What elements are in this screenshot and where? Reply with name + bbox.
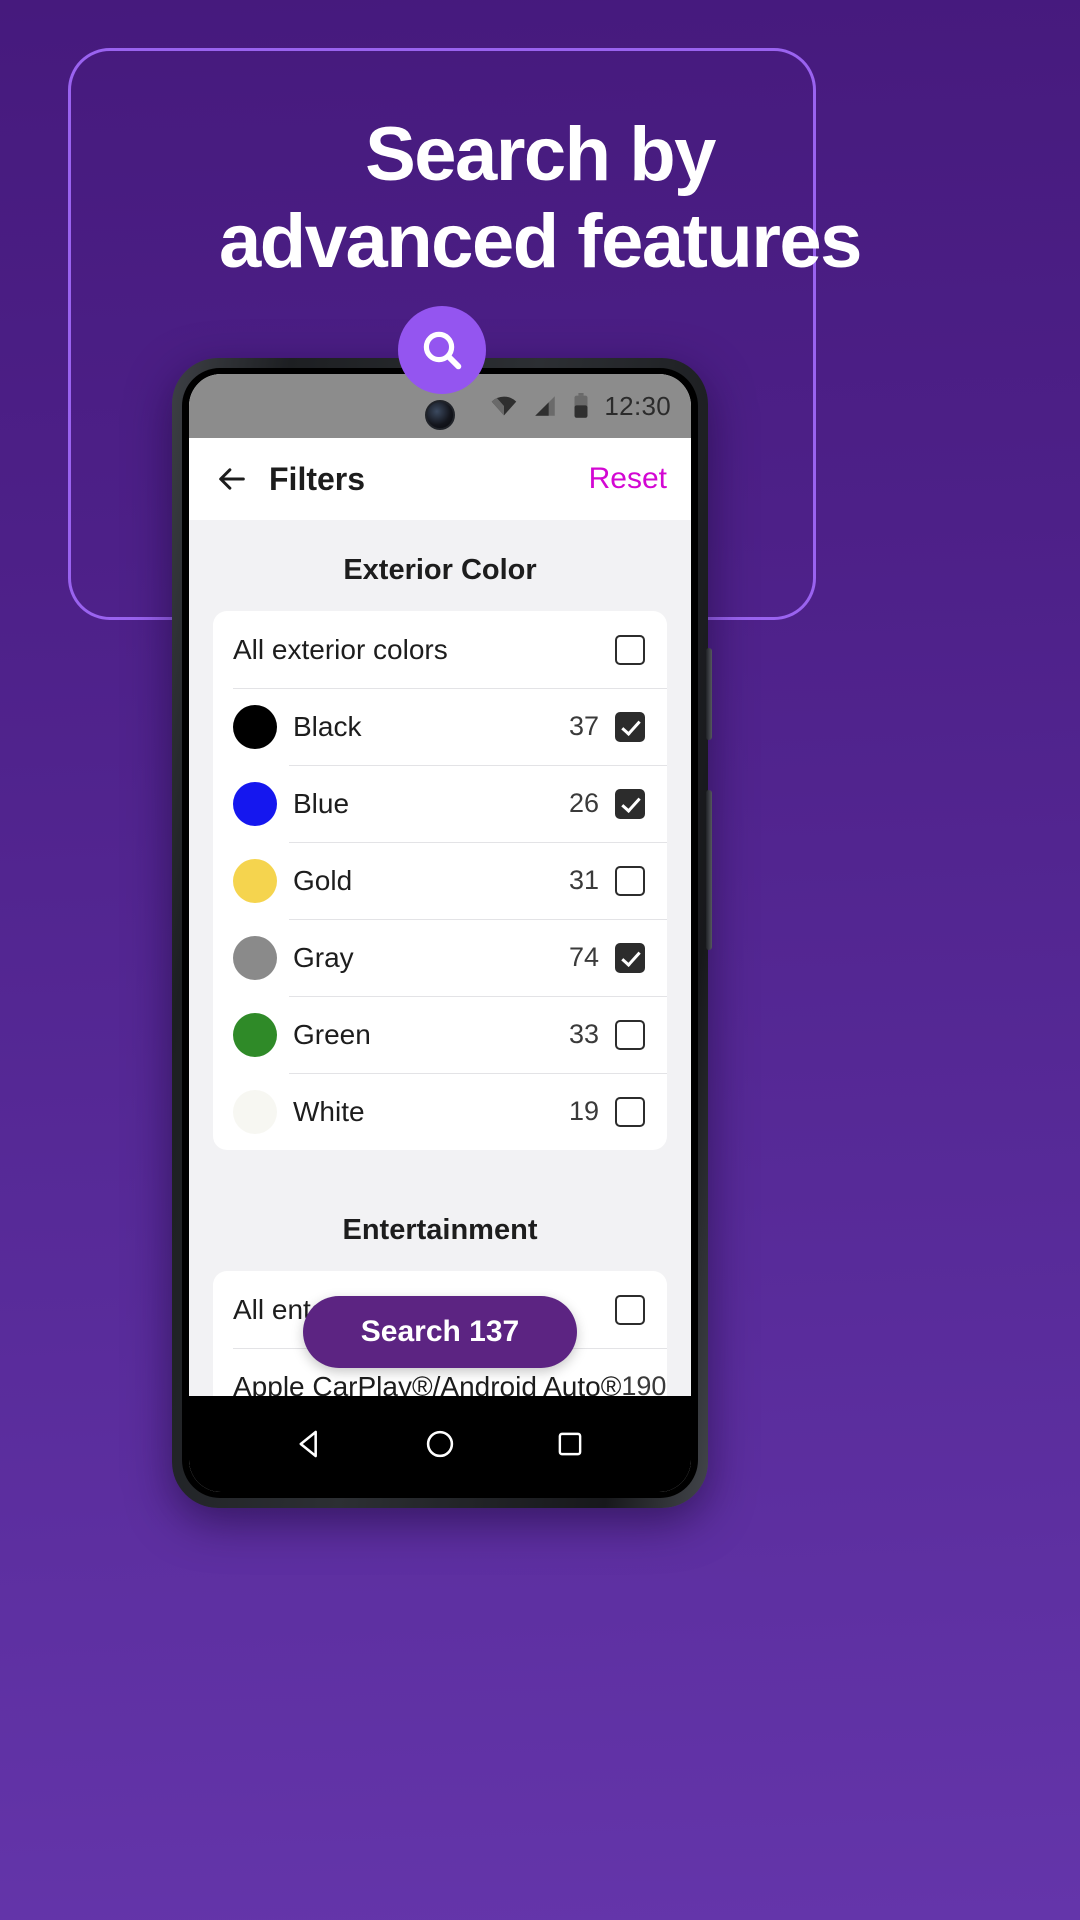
- exterior-color-card: All exterior colors Black 37 Blue 26 Gol…: [213, 611, 667, 1150]
- phone-device: 12:30 Filters Reset Exterior Color All e…: [172, 358, 712, 1508]
- section-title-exterior-color: Exterior Color: [343, 554, 537, 586]
- row-label: Gray: [293, 941, 354, 973]
- row-black[interactable]: Black 37: [213, 688, 667, 765]
- phone-bezel: 12:30 Filters Reset Exterior Color All e…: [182, 368, 698, 1498]
- row-count: 37: [568, 711, 599, 741]
- cellular-signal-icon: [532, 395, 558, 417]
- checkbox-all-exterior-colors[interactable]: [615, 634, 645, 665]
- phone-screen: 12:30 Filters Reset Exterior Color All e…: [189, 374, 691, 1492]
- search-icon-badge: [398, 306, 486, 394]
- row-green[interactable]: Green 33: [213, 996, 667, 1073]
- row-label: Apple CarPlay®/Android Auto®: [233, 1370, 622, 1397]
- checkbox-gold[interactable]: [615, 865, 645, 896]
- row-count: 26: [568, 788, 599, 818]
- checkbox-gray[interactable]: [615, 942, 645, 973]
- section-title-entertainment: Entertainment: [342, 1214, 538, 1246]
- phone-power-button: [706, 790, 712, 950]
- promo-headline-line1: Search by: [365, 112, 716, 197]
- row-count: 190: [621, 1371, 667, 1396]
- reset-button[interactable]: Reset: [589, 462, 667, 496]
- front-camera-icon: [425, 400, 455, 430]
- row-gray[interactable]: Gray 74: [213, 919, 667, 996]
- checkbox-white[interactable]: [615, 1096, 645, 1127]
- row-blue[interactable]: Blue 26: [213, 765, 667, 842]
- arrow-left-icon[interactable]: [211, 458, 253, 500]
- row-label: Green: [293, 1018, 371, 1050]
- status-bar-icons: 12:30: [490, 391, 671, 422]
- search-button[interactable]: Search 137: [302, 1296, 578, 1368]
- row-count: 31: [568, 865, 599, 895]
- search-cta-container: Search 137: [189, 1296, 691, 1368]
- row-all-exterior-colors[interactable]: All exterior colors: [213, 611, 667, 688]
- app-header: Filters Reset: [189, 438, 691, 520]
- battery-icon: [572, 393, 590, 419]
- promo-headline: Search by advanced features: [0, 112, 1080, 285]
- row-label: Blue: [293, 787, 350, 819]
- row-gold[interactable]: Gold 31: [213, 842, 667, 919]
- row-label: Gold: [293, 864, 353, 896]
- color-swatch-white: [233, 1089, 277, 1134]
- page-title: Filters: [269, 460, 366, 497]
- color-swatch-blue: [233, 781, 277, 826]
- color-swatch-gray: [233, 935, 277, 980]
- promo-headline-line2: advanced features: [219, 198, 862, 284]
- row-count: 33: [568, 1019, 599, 1049]
- color-swatch-gold: [233, 858, 277, 903]
- row-white[interactable]: White 19: [213, 1073, 667, 1150]
- android-nav-bar: [189, 1396, 691, 1492]
- filters-scroll-area[interactable]: Exterior Color All exterior colors Black…: [189, 520, 691, 1396]
- row-label: All exterior colors: [233, 633, 448, 665]
- checkbox-blue[interactable]: [615, 788, 645, 819]
- search-icon: [418, 326, 466, 374]
- checkbox-green[interactable]: [615, 1019, 645, 1050]
- color-swatch-green: [233, 1012, 277, 1057]
- wifi-icon: [490, 395, 518, 417]
- checkbox-black[interactable]: [615, 711, 645, 742]
- row-count: 19: [568, 1096, 599, 1126]
- row-label: White: [293, 1095, 365, 1127]
- row-label: Black: [293, 710, 362, 742]
- status-bar-clock: 12:30: [604, 390, 671, 421]
- triangle-back-icon[interactable]: [275, 1409, 345, 1479]
- phone-volume-button: [706, 648, 712, 740]
- row-count: 74: [568, 942, 599, 972]
- color-swatch-black: [233, 704, 277, 749]
- circle-home-icon[interactable]: [405, 1409, 475, 1479]
- square-recents-icon[interactable]: [535, 1409, 605, 1479]
